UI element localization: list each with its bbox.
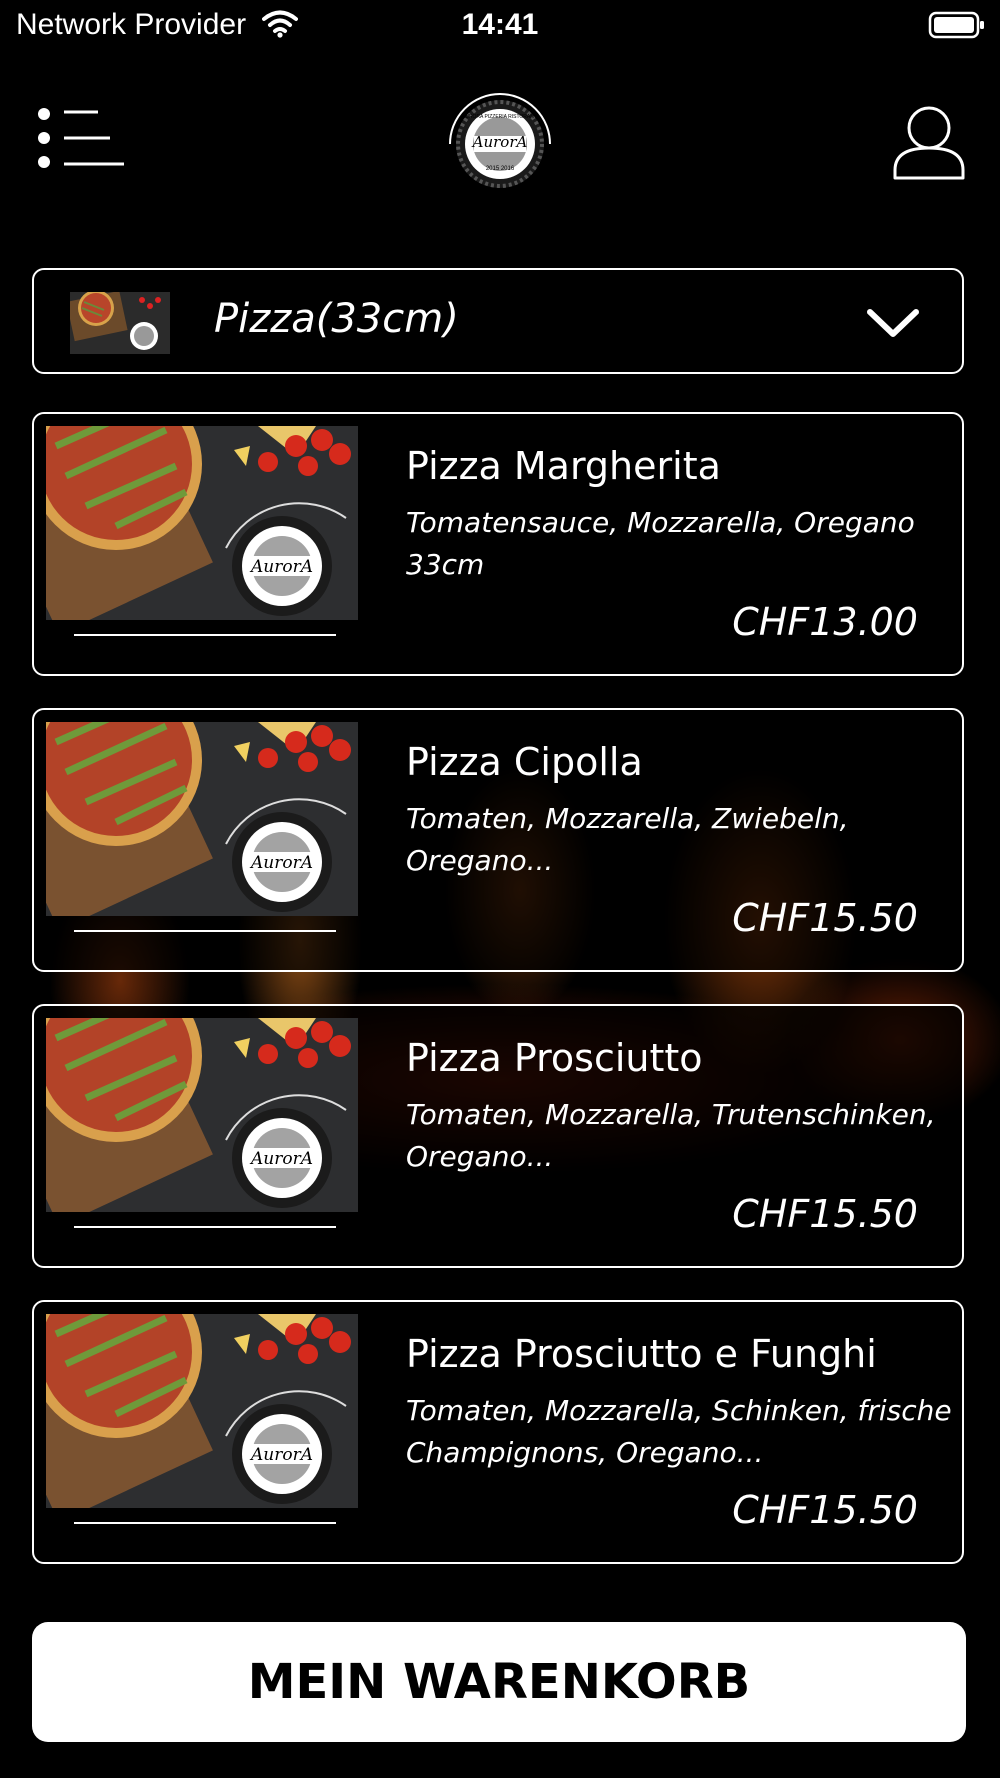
pizza-image: AurorA (46, 426, 358, 620)
product-description: Tomaten, Mozzarella, Zwiebeln, Oregano..… (406, 802, 849, 877)
product-price: CHF15.50 (732, 1192, 918, 1236)
product-name: Pizza Prosciutto e Funghi (406, 1332, 877, 1376)
product-card[interactable]: AurorA Pizza Cipolla Tomaten, Mozzarella… (32, 708, 964, 972)
pizza-image: AurorA (46, 722, 358, 916)
category-label: Pizza(33cm) (214, 296, 459, 342)
cart-button[interactable]: MEIN WARENKORB (32, 1622, 966, 1742)
product-card[interactable]: AurorA Pizza Prosciutto e Funghi Tomaten… (32, 1300, 964, 1564)
product-card[interactable]: AurorA Pizza Margherita Tomatensauce, Mo… (32, 412, 964, 676)
svg-text:AurorA: AurorA (249, 1445, 313, 1465)
logo-years: 2015 2016 (485, 166, 515, 172)
status-time: 14:41 (461, 8, 539, 41)
category-dropdown[interactable]: Pizza(33cm) (32, 268, 964, 374)
svg-text:AurorA: AurorA (249, 853, 313, 873)
product-price: CHF13.00 (732, 600, 918, 644)
product-name: Pizza Prosciutto (406, 1036, 703, 1080)
menu-icon[interactable] (36, 106, 126, 170)
divider (74, 930, 336, 932)
product-description: Tomaten, Mozzarella, Schinken, frische C… (406, 1394, 952, 1469)
product-description: Tomaten, Mozzarella, Trutenschinken, Ore… (406, 1098, 936, 1173)
divider (74, 1226, 336, 1228)
product-description: Tomatensauce, Mozzarella, Oregano 33cm (406, 506, 915, 581)
product-price: CHF15.50 (732, 1488, 918, 1532)
logo-text: AurorA (472, 133, 528, 151)
product-name: Pizza Cipolla (406, 740, 643, 784)
svg-text:AurorA: AurorA (249, 557, 313, 577)
product-card[interactable]: AurorA Pizza Prosciutto Tomaten, Mozzare… (32, 1004, 964, 1268)
app-screen: Network Provider 14:41 AurorA AURORA PIZ… (0, 0, 1000, 1778)
divider (74, 634, 336, 636)
product-price: CHF15.50 (732, 896, 918, 940)
logo-ring-text: AURORA PIZZERIA RISTORANTE (462, 114, 538, 120)
pizza-image: AurorA (46, 1314, 358, 1508)
restaurant-logo: AurorA AURORA PIZZERIA RISTORANTE 2015 2… (440, 86, 560, 198)
svg-text:AurorA: AurorA (249, 1149, 313, 1169)
chevron-down-icon[interactable] (866, 306, 920, 344)
status-bar: Network Provider 14:41 (0, 0, 1000, 50)
battery-icon (928, 10, 986, 44)
product-name: Pizza Margherita (406, 444, 721, 488)
user-icon[interactable] (892, 104, 966, 182)
category-thumbnail (70, 292, 170, 354)
divider (74, 1522, 336, 1524)
pizza-image: AurorA (46, 1018, 358, 1212)
